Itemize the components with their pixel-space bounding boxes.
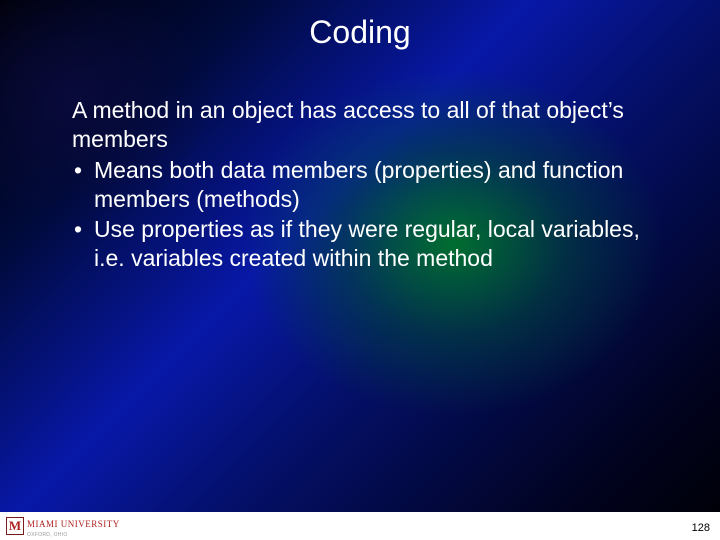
bullet-list: Means both data members (properties) and… [72,156,662,273]
logo-subtext: OXFORD, OHIO [27,532,120,538]
logo-mark-icon: M [6,517,24,535]
university-logo: M MIAMI UNIVERSITY OXFORD, OHIO [6,516,126,536]
intro-text: A method in an object has access to all … [72,96,662,154]
logo-text-block: MIAMI UNIVERSITY OXFORD, OHIO [27,514,120,538]
slide-title: Coding [0,14,720,51]
bullet-item: Use properties as if they were regular, … [72,215,662,273]
bullet-item: Means both data members (properties) and… [72,156,662,214]
slide: Coding A method in an object has access … [0,0,720,540]
logo-text: MIAMI UNIVERSITY [27,519,120,529]
footer-bar: M MIAMI UNIVERSITY OXFORD, OHIO 128 [0,512,720,540]
slide-body: A method in an object has access to all … [72,96,662,273]
page-number: 128 [692,522,710,534]
